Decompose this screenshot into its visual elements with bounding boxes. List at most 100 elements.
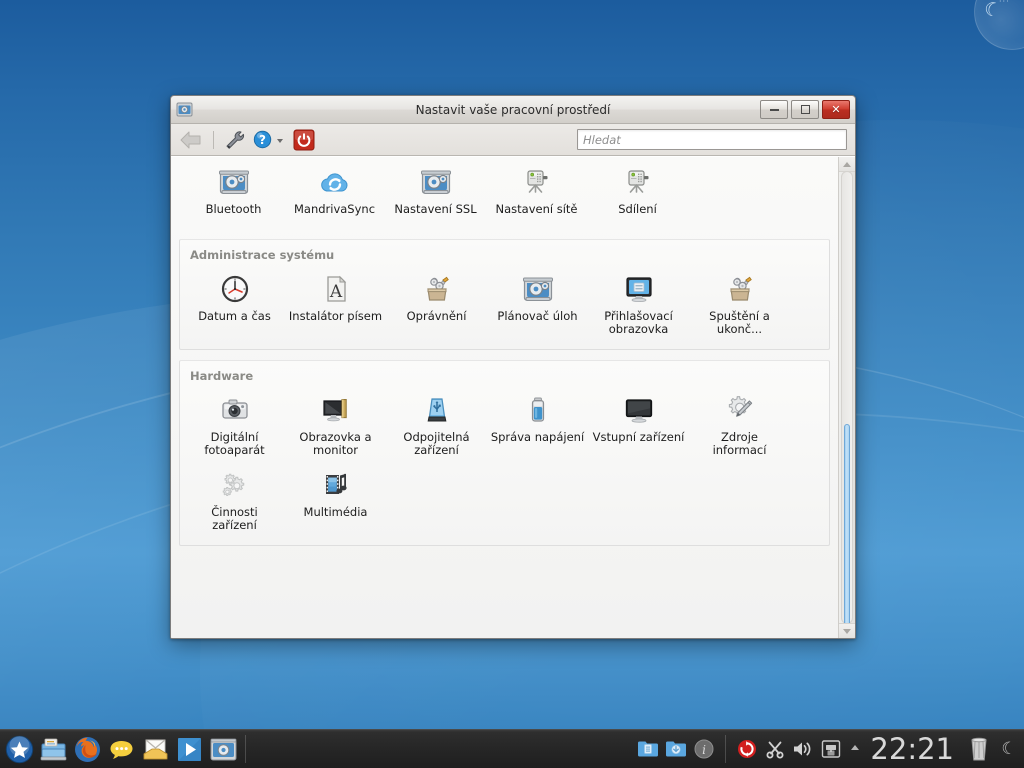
settings-window: Nastavit vaše pracovní prostředí ✕ ? Hle… bbox=[170, 95, 856, 639]
gears-icon bbox=[218, 468, 252, 502]
settings-icon[interactable] bbox=[208, 734, 239, 765]
back-arrow-icon[interactable] bbox=[179, 129, 204, 151]
login-monitor-icon bbox=[622, 272, 656, 306]
chat-bubble-icon[interactable] bbox=[106, 734, 137, 765]
chevron-down-icon[interactable] bbox=[275, 135, 285, 145]
settings-module-grid: Bluetooth MandrivaSync Nastavení SSL Nastav… bbox=[179, 157, 830, 229]
info-circle-icon[interactable]: i bbox=[691, 734, 717, 764]
window-controls: ✕ bbox=[760, 100, 850, 119]
svg-text:i: i bbox=[703, 743, 707, 757]
maximize-button[interactable] bbox=[791, 100, 819, 119]
scroll-up-arrow[interactable] bbox=[839, 157, 855, 172]
folder-icon[interactable] bbox=[38, 734, 69, 765]
power-button-icon[interactable] bbox=[293, 129, 315, 151]
taskbar-separator bbox=[245, 735, 246, 763]
speaker-icon[interactable] bbox=[790, 734, 816, 764]
settings-module-tile[interactable]: Odpojitelná zařízení bbox=[386, 387, 487, 462]
envelope-icon[interactable] bbox=[140, 734, 171, 765]
firefox-icon[interactable] bbox=[72, 734, 103, 765]
settings-module-tile[interactable]: A Instalátor písem bbox=[285, 266, 386, 341]
trash-bin-icon[interactable] bbox=[964, 732, 994, 766]
settings-module-tile[interactable]: MandrivaSync bbox=[284, 159, 385, 221]
settings-module-tile[interactable]: Multimédia bbox=[285, 462, 386, 537]
settings-module-tile[interactable]: Digitální fotoaparát bbox=[184, 387, 285, 462]
settings-module-tile[interactable]: Datum a čas bbox=[184, 266, 285, 341]
settings-module-label: Oprávnění bbox=[406, 308, 467, 323]
usb-drive-icon bbox=[420, 393, 454, 427]
settings-module-label: Činnosti zařízení bbox=[211, 504, 258, 532]
minimize-button[interactable] bbox=[760, 100, 788, 119]
settings-module-tile[interactable]: Oprávnění bbox=[386, 266, 487, 341]
settings-module-label: Přihlašovací obrazovka bbox=[604, 308, 673, 336]
clock[interactable]: 22:21 bbox=[866, 734, 962, 764]
settings-module-label: Bluetooth bbox=[205, 202, 262, 216]
window-titlebar[interactable]: Nastavit vaše pracovní prostředí ✕ bbox=[171, 96, 855, 124]
close-button[interactable]: ✕ bbox=[822, 100, 850, 119]
settings-section: Administrace systému Datum a čas A Instalát… bbox=[179, 238, 830, 350]
settings-module-tile[interactable]: Bluetooth bbox=[183, 159, 284, 221]
settings-module-tile[interactable]: Vstupní zařízení bbox=[588, 387, 689, 462]
settings-modules-list: Bluetooth MandrivaSync Nastavení SSL Nastav… bbox=[171, 157, 838, 638]
help-question-icon[interactable]: ? bbox=[253, 130, 272, 149]
settings-module-tile[interactable]: Činnosti zařízení bbox=[184, 462, 285, 537]
settings-module-tile[interactable]: Správa napájení bbox=[487, 387, 588, 462]
multimedia-icon bbox=[319, 468, 353, 502]
scroll-down-arrow[interactable] bbox=[839, 623, 855, 638]
monitor-icon bbox=[622, 393, 656, 427]
settings-section: Bluetooth MandrivaSync Nastavení SSL Nastav… bbox=[179, 157, 830, 229]
tray-expand-arrow[interactable] bbox=[846, 740, 864, 759]
settings-module-label: Nastavení SSL bbox=[394, 202, 477, 216]
system-settings-icon bbox=[217, 165, 251, 199]
settings-module-grid: Datum a čas A Instalátor písem Oprávnění Plá… bbox=[180, 264, 829, 349]
settings-module-label: Instalátor písem bbox=[288, 308, 383, 323]
settings-module-label: Správa napájení bbox=[490, 429, 585, 444]
clock-icon bbox=[218, 272, 252, 306]
settings-module-tile[interactable]: Zdroje informací bbox=[689, 387, 790, 462]
search-input[interactable] bbox=[577, 129, 847, 151]
settings-module-tile[interactable]: Nastavení sítě bbox=[486, 159, 587, 221]
vertical-scrollbar[interactable] bbox=[838, 157, 855, 638]
settings-module-label: Zdroje informací bbox=[712, 429, 767, 457]
taskbar-launchers bbox=[0, 734, 239, 765]
system-tray: i 22:21 ☾ bbox=[635, 730, 1024, 768]
scissors-icon[interactable] bbox=[762, 734, 788, 764]
settings-module-label: Plánovač úloh bbox=[497, 308, 578, 323]
blue-folder-document-icon[interactable] bbox=[635, 734, 661, 764]
section-title: Administrace systému bbox=[190, 247, 335, 262]
font-document-icon: A bbox=[319, 272, 353, 306]
gear-screwdriver-icon bbox=[723, 393, 757, 427]
settings-module-tile[interactable]: Sdílení bbox=[587, 159, 688, 221]
window-toolbar: ? bbox=[171, 124, 855, 156]
camera-icon bbox=[218, 393, 252, 427]
settings-module-tile[interactable]: Nastavení SSL bbox=[385, 159, 486, 221]
star-launcher-icon[interactable] bbox=[4, 734, 35, 765]
desktop-cashew-icon[interactable]: ☾ ··· bbox=[974, 0, 1024, 50]
settings-module-tile[interactable]: Obrazovka a monitor bbox=[285, 387, 386, 462]
settings-module-label: Odpojitelná zařízení bbox=[403, 429, 470, 457]
toolbar-separator bbox=[213, 130, 214, 149]
network-device-icon bbox=[520, 165, 554, 199]
settings-module-tile[interactable]: Spuštění a ukonč... bbox=[689, 266, 790, 341]
window-content-area: Bluetooth MandrivaSync Nastavení SSL Nastav… bbox=[171, 156, 855, 638]
settings-module-grid: Digitální fotoaparát Obrazovka a monitor O… bbox=[180, 385, 829, 545]
blue-folder-download-icon[interactable] bbox=[663, 734, 689, 764]
settings-module-tile[interactable]: Přihlašovací obrazovka bbox=[588, 266, 689, 341]
toolbox-icon bbox=[420, 272, 454, 306]
search-box bbox=[577, 129, 847, 151]
settings-module-label: MandrivaSync bbox=[293, 202, 376, 216]
settings-module-label: Multimédia bbox=[303, 504, 368, 519]
settings-module-tile[interactable]: Plánovač úloh bbox=[487, 266, 588, 341]
scrollbar-thumb[interactable] bbox=[844, 424, 850, 626]
red-update-icon[interactable] bbox=[734, 734, 760, 764]
toolbox-icon bbox=[723, 272, 757, 306]
scrollbar-track[interactable] bbox=[841, 171, 853, 626]
display-monitor-icon bbox=[319, 393, 353, 427]
settings-module-label: Spuštění a ukonč... bbox=[709, 308, 770, 336]
settings-window-icon bbox=[176, 101, 193, 118]
printer-icon[interactable] bbox=[818, 734, 844, 764]
play-icon[interactable] bbox=[174, 734, 205, 765]
svg-text:?: ? bbox=[259, 133, 266, 147]
taskbar-cashew-icon[interactable]: ☾ bbox=[996, 730, 1022, 768]
wrench-icon[interactable] bbox=[223, 129, 247, 151]
settings-module-label: Sdílení bbox=[618, 202, 657, 216]
